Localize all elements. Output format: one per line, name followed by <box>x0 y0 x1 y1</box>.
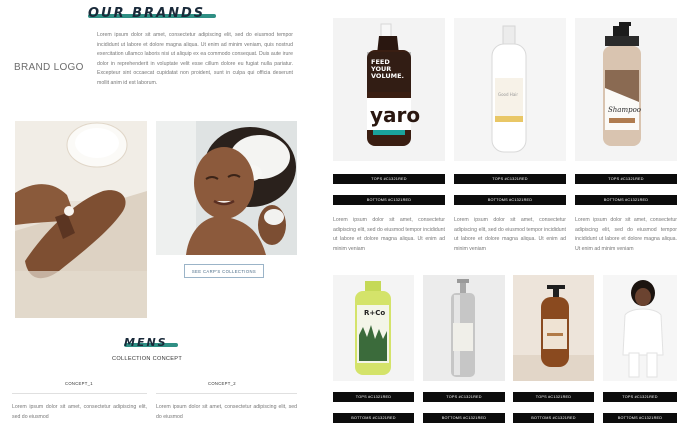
tops-code-bar[interactable]: TOPS #C1321RED <box>423 392 505 402</box>
svg-text:VOLUME.: VOLUME. <box>371 72 404 80</box>
yaro-bottle-image: FEED YOUR VOLUME. yaro <box>333 18 445 161</box>
concept-description-2: Lorem ipsum dolor sit amet, consectetur … <box>156 404 297 420</box>
product-card-white-bottle[interactable]: Good Hair <box>454 18 566 161</box>
product-description: Lorem ipsum dolor sit amet, consectetur … <box>333 217 445 252</box>
brand-description: Lorem ipsum dolor sit amet, consectetur … <box>97 32 293 86</box>
bottoms-code-bar[interactable]: BOTTOMS #C1321RED <box>333 413 414 423</box>
concept-label-1: CONCEPT_1 <box>65 381 93 386</box>
collection-concept-label: COLLECTION CONCEPT <box>112 356 183 362</box>
rco-bottle-image: R+Co <box>333 275 414 381</box>
tops-code-bar[interactable]: TOPS #C1321RED <box>333 392 414 402</box>
product-card-silver-bottle[interactable] <box>423 275 505 381</box>
product-card-model-photo[interactable] <box>603 275 677 381</box>
concept-label-2: CONCEPT_2 <box>208 381 236 386</box>
tops-code-bar[interactable]: TOPS #C1321RED <box>454 174 566 184</box>
bottoms-code-bar[interactable]: BOTTOMS #C1321RED <box>333 195 445 205</box>
product-card-amber-bottle[interactable] <box>513 275 594 381</box>
product-card-alaffia-shampoo[interactable]: Shampoo <box>575 18 677 161</box>
amber-pump-bottle-image <box>513 275 594 381</box>
brand-page-left: OUR BRANDS Lorem ipsum dolor sit amet, c… <box>0 0 305 423</box>
product-card-yaro[interactable]: FEED YOUR VOLUME. yaro <box>333 18 445 161</box>
bottoms-code-bar[interactable]: BOTTOMS #C1321RED <box>513 413 594 423</box>
bottoms-code-bar[interactable]: BOTTOMS #C1321RED <box>575 195 677 205</box>
concept-divider-2 <box>156 393 297 394</box>
svg-text:R+Co: R+Co <box>364 309 385 317</box>
cream-hands-photo <box>15 121 147 318</box>
concept-divider-1 <box>12 393 147 394</box>
hair-wash-photo <box>156 121 297 255</box>
tops-code-bar[interactable]: TOPS #C1321RED <box>603 392 677 402</box>
bottoms-code-bar[interactable]: BOTTOMS #C1321RED <box>454 195 566 205</box>
tops-code-bar[interactable]: TOPS #C1321RED <box>333 174 445 184</box>
see-collections-button[interactable]: SEE CARP'S COLLECTIONS <box>184 264 264 278</box>
mens-title: MENS <box>124 336 168 349</box>
brand-title: OUR BRANDS <box>88 6 206 21</box>
tops-code-bar[interactable]: TOPS #C1321RED <box>513 392 594 402</box>
concept-description-1: Lorem ipsum dolor sit amet, consectetur … <box>12 404 147 420</box>
product-description: Lorem ipsum dolor sit amet, consectetur … <box>454 217 566 252</box>
svg-text:Shampoo: Shampoo <box>608 106 641 114</box>
silver-pump-bottle-image <box>423 275 505 381</box>
bottoms-code-bar[interactable]: BOTTOMS #C1321RED <box>423 413 505 423</box>
product-card-rco[interactable]: R+Co <box>333 275 414 381</box>
white-bottle-image: Good Hair <box>454 18 566 161</box>
svg-text:Good Hair: Good Hair <box>498 92 518 97</box>
product-description: Lorem ipsum dolor sit amet, consectetur … <box>575 217 677 252</box>
brand-logo-placeholder: BRAND LOGO <box>14 62 84 73</box>
alaffia-shampoo-image: Shampoo <box>575 18 677 161</box>
bottoms-code-bar[interactable]: BOTTOMS #C1321RED <box>603 413 677 423</box>
svg-text:yaro: yaro <box>370 103 420 127</box>
model-in-white-photo <box>603 275 677 381</box>
tops-code-bar[interactable]: TOPS #C1321RED <box>575 174 677 184</box>
